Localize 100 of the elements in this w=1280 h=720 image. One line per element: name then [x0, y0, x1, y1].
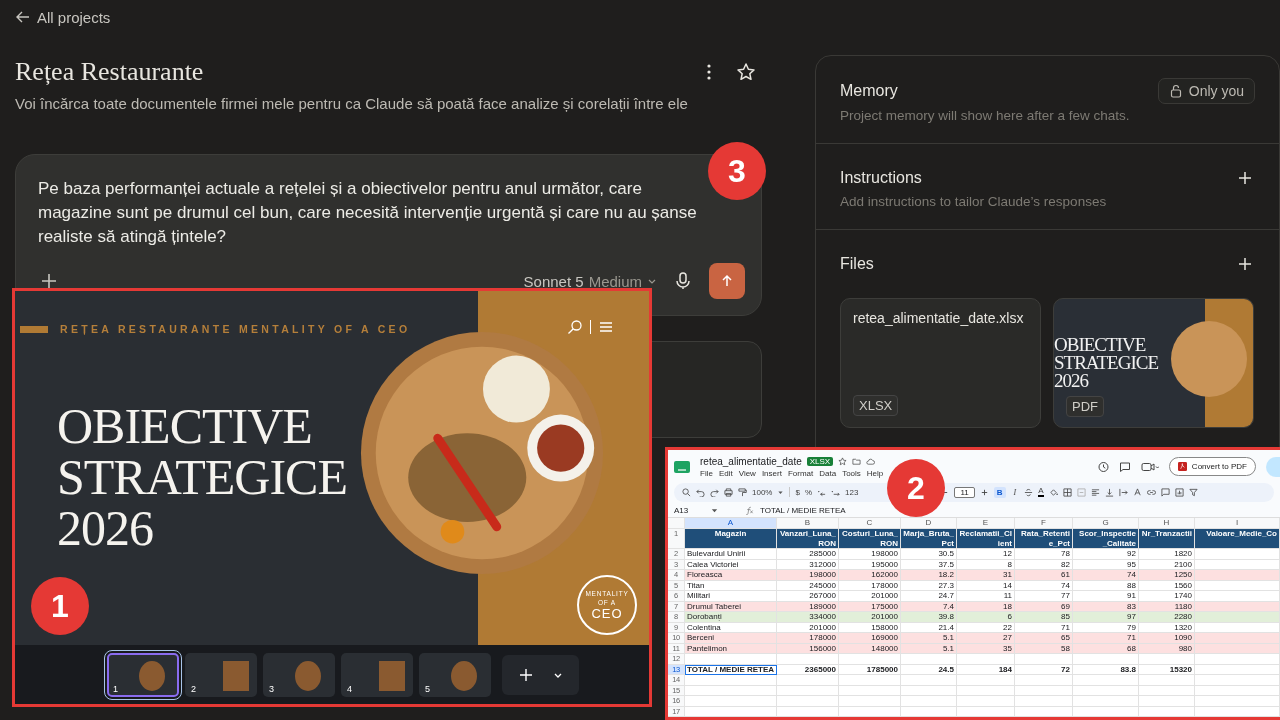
table-cell: 92: [1073, 549, 1139, 560]
history-icon[interactable]: [1096, 460, 1109, 473]
menu-item[interactable]: Help: [866, 468, 884, 478]
file-type-badge: XLSX: [853, 395, 899, 416]
convert-to-pdf-button[interactable]: Convert to PDF: [1168, 457, 1256, 477]
star-icon[interactable]: [838, 456, 848, 466]
search-icon[interactable]: [682, 487, 691, 497]
table-cell: 162000: [839, 570, 901, 581]
photo-placeholder: [139, 660, 165, 691]
table-cell: 5.1: [901, 633, 957, 644]
comment-icon[interactable]: [1118, 460, 1131, 473]
visibility-button[interactable]: Only you: [1157, 78, 1255, 104]
column-header: Valoare_Medie_Co: [1195, 529, 1280, 549]
table-cell: 198000: [777, 570, 839, 581]
filter-icon[interactable]: [1188, 487, 1198, 497]
search-icon[interactable]: [567, 319, 583, 335]
number-format-button[interactable]: 123: [845, 487, 859, 497]
column-header: Costuri_Luna_RON: [839, 529, 901, 549]
slide-title: OBIECTIVE STRATEGICE 2026: [57, 401, 348, 554]
file-card[interactable]: retea_alimentatie_date.xlsx XLSX: [840, 298, 1041, 428]
fill-color-icon[interactable]: [1048, 487, 1058, 497]
column-header: Rata_Retentie_Pct: [1015, 529, 1073, 549]
instructions-hint: Add instructions to tailor Claude’s responses: [840, 194, 1108, 209]
video-call-icon[interactable]: [1140, 460, 1159, 473]
table-cell: 78: [1015, 549, 1073, 560]
menu-item[interactable]: Data: [819, 468, 837, 478]
menu-item[interactable]: Insert: [761, 468, 782, 478]
table-cell: 65: [1015, 633, 1073, 644]
paint-format-icon[interactable]: [738, 487, 747, 497]
menu-item[interactable]: Format: [787, 468, 814, 478]
table-cell: 24.7: [901, 591, 957, 602]
formula-field[interactable]: TOTAL / MEDIE RETEA: [760, 505, 846, 515]
currency-format-button[interactable]: $: [795, 487, 800, 497]
column-letter[interactable]: A: [685, 518, 777, 529]
back-link-text[interactable]: All projects: [37, 8, 111, 26]
print-icon[interactable]: [724, 487, 733, 497]
slide-thumbnail[interactable]: 3: [263, 652, 335, 697]
table-cell: 6: [957, 612, 1015, 623]
column-header: Nr_Tranzactii: [1139, 529, 1195, 549]
redo-icon[interactable]: [710, 487, 719, 497]
table-cell: 285000: [777, 549, 839, 560]
project-title: Rețea Restaurante: [15, 57, 205, 87]
column-header: Vanzari_Luna_RON: [777, 529, 839, 549]
increase-font-size-icon[interactable]: [979, 487, 989, 497]
table-cell: 1740: [1139, 591, 1195, 602]
merge-cells-icon[interactable]: [1076, 487, 1086, 497]
table-cell: 1820: [1139, 549, 1195, 560]
table-cell: 12: [957, 549, 1015, 560]
menu-item[interactable]: Edit: [718, 468, 733, 478]
send-button[interactable]: [709, 263, 745, 299]
file-card[interactable]: OBIECTIVE STRATEGICE 2026 PDF: [1053, 298, 1254, 428]
add-slide-icon[interactable]: [518, 667, 533, 682]
menu-item[interactable]: Tools: [842, 468, 861, 478]
table-cell: 31: [957, 570, 1015, 581]
lock-icon[interactable]: [1168, 84, 1183, 98]
table-cell: 18.2: [901, 570, 957, 581]
chart-icon[interactable]: [1174, 487, 1184, 497]
table-cell: 201000: [839, 591, 901, 602]
table-cell: 1250: [1139, 570, 1195, 581]
slide-thumbnail[interactable]: 4: [341, 652, 413, 697]
slide-thumbnail[interactable]: 5: [419, 652, 491, 697]
slide-preview-title: OBIECTIVE STRATEGICE 2026: [1054, 336, 1158, 390]
column-header: Magazin: [685, 529, 777, 549]
strikethrough-icon[interactable]: [1024, 487, 1034, 497]
borders-icon[interactable]: [1062, 487, 1072, 497]
folder-icon[interactable]: [852, 456, 862, 466]
file-format-badge: XLSX: [806, 456, 834, 466]
cloud-icon[interactable]: [866, 456, 876, 466]
menu-item[interactable]: View: [738, 468, 756, 478]
undo-icon[interactable]: [696, 487, 705, 497]
arrow-up-icon[interactable]: [720, 274, 734, 288]
slide-thumbnail[interactable]: 1: [107, 652, 179, 697]
link-icon[interactable]: [1146, 487, 1156, 497]
bold-button[interactable]: B: [993, 486, 1006, 498]
table-cell: Bulevardul Unirii: [685, 549, 777, 560]
vertical-align-icon[interactable]: [1104, 487, 1114, 497]
pdf-icon[interactable]: [1177, 462, 1187, 472]
table-cell: 267000: [777, 591, 839, 602]
font-size-field[interactable]: 11: [954, 486, 975, 498]
align-icon[interactable]: [1090, 487, 1100, 497]
italic-button[interactable]: I: [1010, 486, 1020, 498]
text-color-button[interactable]: A: [1038, 487, 1044, 498]
back-link[interactable]: All projects: [15, 8, 111, 26]
table-cell: 27: [957, 633, 1015, 644]
project-description: Voi încărca toate documentele firmei mele pentru ca Claude să poată face analize și corelații între ele: [15, 95, 689, 113]
table-cell: Floreasca: [685, 570, 777, 581]
table-cell: 1090: [1139, 633, 1195, 644]
table-cell: 198000: [839, 549, 901, 560]
menu-icon[interactable]: [598, 319, 614, 335]
caret-icon[interactable]: [777, 488, 785, 496]
text-rotation-icon[interactable]: [1132, 487, 1142, 497]
slide-thumbnail[interactable]: 2: [185, 652, 257, 697]
menu-item[interactable]: File: [700, 468, 713, 478]
percent-format-button[interactable]: %: [804, 487, 813, 497]
cell-reference[interactable]: A13: [674, 505, 704, 515]
table-cell: 71: [1073, 633, 1139, 644]
text-wrap-icon[interactable]: [1118, 487, 1128, 497]
table-cell: Militari: [685, 591, 777, 602]
zoom-dropdown[interactable]: 100%: [752, 487, 773, 497]
memory-title: Memory: [840, 82, 898, 100]
